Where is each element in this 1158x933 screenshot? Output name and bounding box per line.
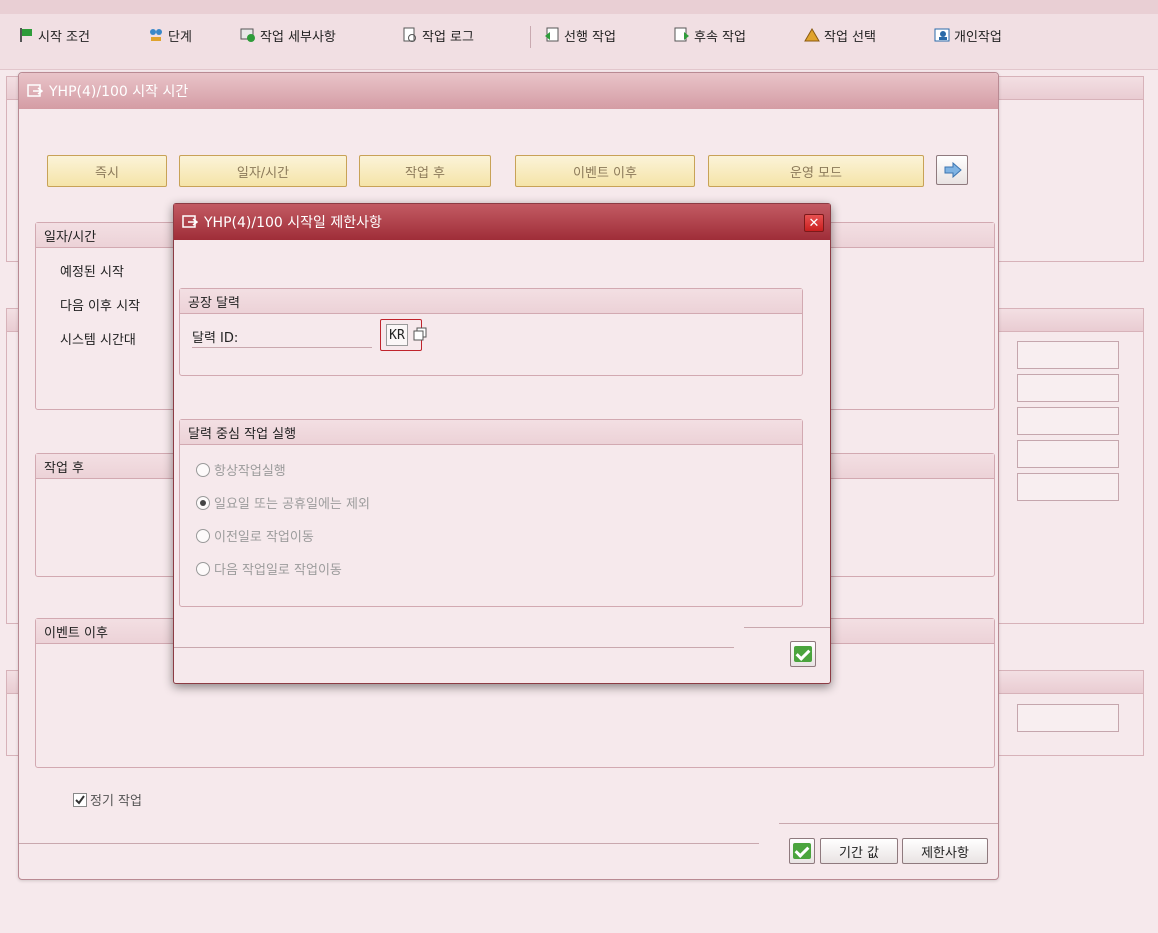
toolbar-start-condition-label: 시작 조건: [38, 29, 90, 45]
period-values-button[interactable]: 기간 값: [820, 838, 898, 864]
move-to-next-workday-radio[interactable]: 다음 작업일로 작업이동: [196, 559, 342, 578]
toolbar-own-jobs-label: 개인작업: [954, 29, 1002, 45]
periodic-job-label: 정기 작업: [90, 794, 142, 809]
start-date-restrictions-dialog: YHP(4)/100 시작일 제한사항 ✕ 공장 달력 달력 ID: KR 달력…: [173, 203, 831, 684]
factory-calendar-group: 공장 달력 달력 ID: KR: [179, 288, 803, 376]
more-button[interactable]: [936, 155, 968, 185]
toolbar-job-details[interactable]: 작업 세부사항: [240, 22, 336, 48]
successor-job-icon: [674, 27, 690, 43]
checkmark-icon: [793, 843, 811, 859]
background-field[interactable]: [1017, 704, 1119, 732]
exclude-holidays-label: 일요일 또는 공휴일에는 제외: [214, 497, 370, 512]
background-field[interactable]: [1017, 440, 1119, 468]
periodic-job-checkbox[interactable]: 정기 작업: [73, 790, 142, 809]
start-time-dialog-title: YHP(4)/100 시작 시간: [49, 84, 189, 100]
toolbar-top-strip: [0, 0, 1158, 14]
dialog-window-icon: [182, 214, 199, 230]
close-icon: ✕: [808, 215, 820, 231]
job-log-icon: [402, 27, 418, 43]
scheduled-start-label: 예정된 시작: [60, 265, 124, 280]
factory-calendar-group-header: 공장 달력: [180, 289, 802, 314]
toolbar-successor-job[interactable]: 후속 작업: [674, 22, 746, 48]
move-to-previous-day-label: 이전일로 작업이동: [214, 530, 314, 545]
toolbar-job-selection[interactable]: 작업 선택: [804, 22, 876, 48]
toolbar-job-log[interactable]: 작업 로그: [402, 22, 474, 48]
checkbox-checked-icon: [73, 792, 87, 807]
label-underline: [192, 347, 372, 348]
checkmark-icon: [794, 646, 812, 662]
toolbar-start-condition[interactable]: 시작 조건: [18, 22, 90, 48]
toolbar-predecessor-job[interactable]: 선행 작업: [544, 22, 616, 48]
operation-mode-button[interactable]: 운영 모드: [708, 155, 924, 187]
move-to-next-workday-label: 다음 작업일로 작업이동: [214, 563, 342, 578]
toolbar-own-jobs[interactable]: 개인작업: [934, 22, 1002, 48]
exclude-holidays-radio[interactable]: 일요일 또는 공휴일에는 제외: [196, 493, 370, 512]
job-details-icon: [240, 27, 256, 43]
date-time-button[interactable]: 일자/시간: [179, 155, 347, 187]
toolbar-separator: [530, 26, 531, 48]
own-jobs-icon: [934, 27, 950, 43]
system-timezone-label: 시스템 시간대: [60, 333, 136, 348]
toolbar-job-selection-label: 작업 선택: [824, 29, 876, 45]
steps-icon: [148, 27, 164, 43]
background-field[interactable]: [1017, 473, 1119, 501]
job-selection-icon: [804, 27, 820, 43]
after-job-button[interactable]: 작업 후: [359, 155, 491, 187]
confirm-button[interactable]: [789, 838, 815, 864]
toolbar-predecessor-job-label: 선행 작업: [564, 29, 616, 45]
calendar-job-execution-group-header: 달력 중심 작업 실행: [180, 420, 802, 445]
after-event-button[interactable]: 이벤트 이후: [515, 155, 695, 187]
toolbar-steps-label: 단계: [168, 29, 192, 45]
modal-footer-divider: [174, 647, 734, 648]
calendar-id-input[interactable]: KR: [386, 324, 408, 346]
no-start-after-label: 다음 이후 시작: [60, 299, 141, 314]
radio-unselected-icon: [196, 462, 210, 477]
modal-footer-divider: [744, 627, 830, 628]
restrictions-button[interactable]: 제한사항: [902, 838, 988, 864]
background-field[interactable]: [1017, 407, 1119, 435]
toolbar-job-log-label: 작업 로그: [422, 29, 474, 45]
footer-divider: [779, 823, 998, 824]
close-button[interactable]: ✕: [804, 214, 824, 232]
radio-unselected-icon: [196, 561, 210, 576]
radio-selected-icon: [196, 495, 210, 510]
radio-unselected-icon: [196, 528, 210, 543]
immediate-button[interactable]: 즉시: [47, 155, 167, 187]
calendar-id-label: 달력 ID:: [192, 331, 239, 346]
background-field[interactable]: [1017, 374, 1119, 402]
move-to-previous-day-radio[interactable]: 이전일로 작업이동: [196, 526, 314, 545]
always-execute-label: 항상작업실행: [214, 464, 286, 479]
arrow-right-icon: [944, 161, 962, 179]
toolbar-job-details-label: 작업 세부사항: [260, 29, 336, 45]
copy-icon: [413, 327, 429, 343]
start-time-dialog-titlebar: YHP(4)/100 시작 시간: [19, 73, 998, 109]
predecessor-job-icon: [544, 27, 560, 43]
search-help-button[interactable]: [411, 324, 431, 346]
application-toolbar: 시작 조건 단계 작업 세부사항 작업 로그 선행 작업 후속 작업 작업 선택…: [0, 0, 1158, 70]
dialog-window-icon: [27, 83, 44, 99]
restrictions-dialog-titlebar: YHP(4)/100 시작일 제한사항: [174, 204, 830, 240]
restrictions-dialog-title: YHP(4)/100 시작일 제한사항: [204, 215, 382, 231]
toolbar-steps[interactable]: 단계: [148, 22, 192, 48]
background-field[interactable]: [1017, 341, 1119, 369]
modal-confirm-button[interactable]: [790, 641, 816, 667]
footer-divider: [19, 843, 759, 844]
always-execute-radio[interactable]: 항상작업실행: [196, 460, 286, 479]
toolbar-successor-job-label: 후속 작업: [694, 29, 746, 45]
flag-icon: [18, 27, 34, 43]
calendar-job-execution-group: 달력 중심 작업 실행 항상작업실행 일요일 또는 공휴일에는 제외 이전일로 …: [179, 419, 803, 607]
